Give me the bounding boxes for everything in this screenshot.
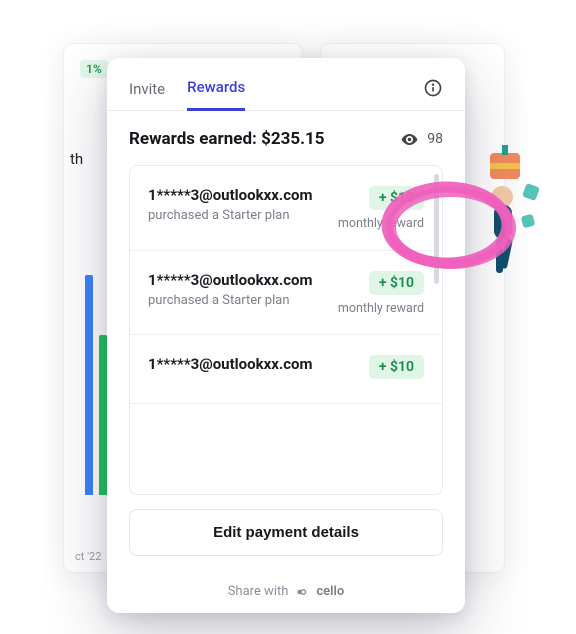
share-prefix: Share with xyxy=(228,584,289,599)
views-counter: 98 xyxy=(400,130,443,149)
reward-frequency: monthly reward xyxy=(338,301,424,317)
reward-row-right: + $10 xyxy=(369,355,424,385)
modal-tabs: Invite Rewards xyxy=(107,58,465,111)
rewards-modal: Invite Rewards Rewards earned: $235.15 9… xyxy=(107,58,465,613)
reward-amount-badge: + $10 xyxy=(369,355,424,379)
scrollbar-thumb[interactable] xyxy=(434,174,439,284)
cello-logo-icon xyxy=(295,585,309,599)
reward-frequency: monthly reward xyxy=(338,216,424,232)
reward-row-right: + $10 monthly reward xyxy=(338,271,424,317)
background-x-axis-label: ct '22 xyxy=(75,550,101,563)
reward-email: 1*****3@outlookxx.com xyxy=(148,355,312,373)
rewards-earned-row: Rewards earned: $235.15 98 xyxy=(129,129,443,149)
reward-row: 1*****3@outlookxx.com purchased a Starte… xyxy=(130,166,442,251)
share-brand: cello xyxy=(316,584,344,599)
reward-row-left: 1*****3@outlookxx.com xyxy=(148,355,312,377)
reward-row-left: 1*****3@outlookxx.com purchased a Starte… xyxy=(148,186,312,223)
modal-content: Rewards earned: $235.15 98 1*****3@outlo… xyxy=(107,111,465,570)
reward-row: 1*****3@outlookxx.com + $10 xyxy=(130,335,442,404)
tab-rewards[interactable]: Rewards xyxy=(187,78,245,111)
share-footer[interactable]: Share with cello xyxy=(107,570,465,613)
rewards-earned-label: Rewards earned: xyxy=(129,129,261,149)
bar-blue xyxy=(85,275,93,495)
reward-row-right: + $10 monthly reward xyxy=(338,186,424,232)
reward-description: purchased a Starter plan xyxy=(148,293,312,308)
tab-invite[interactable]: Invite xyxy=(129,80,165,110)
growth-percent-badge: 1% xyxy=(80,60,108,78)
background-th-label: th xyxy=(70,150,83,168)
edit-payment-details-button[interactable]: Edit payment details xyxy=(129,509,443,556)
rewards-list[interactable]: 1*****3@outlookxx.com purchased a Starte… xyxy=(129,165,443,495)
info-icon[interactable] xyxy=(423,78,443,98)
eye-icon xyxy=(400,130,419,149)
reward-amount-badge: + $10 xyxy=(369,271,424,295)
rewards-earned-amount: $235.15 xyxy=(261,129,324,149)
reward-amount-badge: + $10 xyxy=(369,186,424,210)
reward-email: 1*****3@outlookxx.com xyxy=(148,186,312,204)
reward-row-left: 1*****3@outlookxx.com purchased a Starte… xyxy=(148,271,312,308)
rewards-earned-heading: Rewards earned: $235.15 xyxy=(129,129,325,149)
reward-email: 1*****3@outlookxx.com xyxy=(148,271,312,289)
reward-description: purchased a Starter plan xyxy=(148,208,312,223)
views-count: 98 xyxy=(427,131,443,147)
bar-green xyxy=(99,335,107,495)
reward-row: 1*****3@outlookxx.com purchased a Starte… xyxy=(130,251,442,336)
